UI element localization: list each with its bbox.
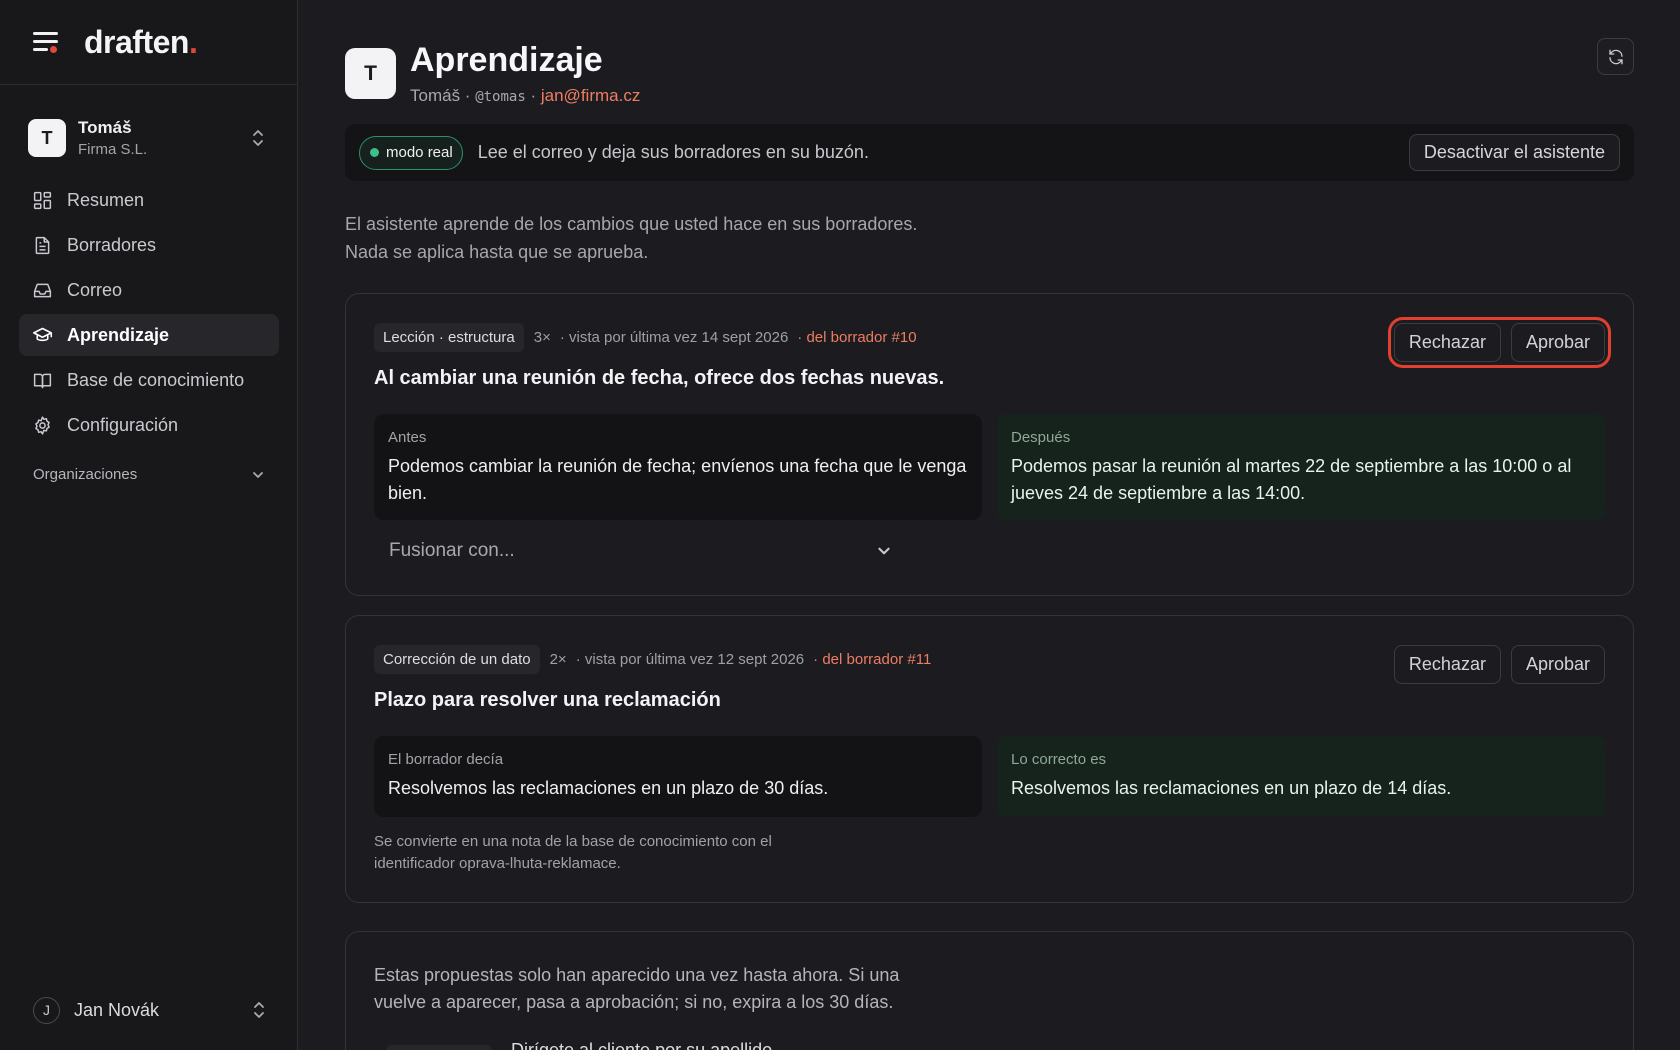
pending-item-tag [386,1045,492,1050]
lesson-meta: Corrección de un dato 2× · vista por últ… [374,645,931,674]
after-label: Después [1011,429,1071,446]
mode-badge: modo real [359,135,463,170]
lesson-last-seen: · vista por última vez 12 sept 2026 [575,651,805,668]
document-icon [35,236,50,254]
draft-link[interactable]: · del borrador #11 [813,651,931,668]
approve-button[interactable]: Aprobar [1510,645,1605,684]
pending-proposals-card: Estas propuestas solo han aparecido una … [345,931,1634,1050]
status-dot-icon [370,148,379,157]
mode-description: Lee el correo y deja sus borradores en s… [477,142,869,162]
merge-select[interactable]: Fusionar con... [374,532,902,570]
organizations-label: Organizaciones [33,466,138,483]
main-nav: Resumen Borradores Correo Aprendizaje Ba… [19,179,279,449]
subtitle-name: Tomáš [410,86,461,105]
main-content: T Aprendizaje Tomáš · @tomas · jan@firma… [345,0,1634,1050]
after-text: Podemos pasar la reunión al martes 22 de… [1011,456,1572,503]
logo[interactable]: draften. [84,24,198,61]
before-text: Resolvemos las reclamaciones en un plazo… [388,778,829,798]
nav-item-borradores[interactable]: Borradores [19,224,279,266]
page-title: Aprendizaje [410,41,603,79]
knowledge-note: Se convierte en una nota de la base de c… [374,833,772,872]
lesson-title: Al cambiar una reunión de fecha, ofrece … [374,367,945,389]
brand: draften. [0,0,297,85]
lesson-last-seen: · vista por última vez 14 sept 2026 [559,329,789,346]
inbox-icon [33,283,52,297]
refresh-icon [1608,49,1623,64]
before-label: El borrador decía [388,751,504,768]
pending-description: Estas propuestas solo han aparecido una … [374,965,900,1012]
nav-item-aprendizaje[interactable]: Aprendizaje [19,314,279,356]
gear-icon [35,415,50,435]
workspace-company: Firma S.L. [78,141,148,158]
chevron-updown-icon [254,1002,264,1018]
before-box: Antes Podemos cambiar la reunión de fech… [374,414,982,520]
before-label: Antes [388,429,427,446]
before-text: Podemos cambiar la reunión de fecha; env… [388,456,967,503]
lesson-actions: Rechazar Aprobar [1393,645,1605,684]
pending-item-title: Dirígete al cliente por su apellido [511,1040,773,1050]
merge-select-placeholder: Fusionar con... [389,540,515,561]
lesson-count: 2× [549,651,567,668]
sidebar: draften. T Tomáš Firma S.L. Resumen Borr… [0,0,298,1050]
subtitle-handle: @tomas [475,89,526,105]
lesson-count: 3× [533,329,551,346]
reject-button[interactable]: Rechazar [1393,645,1501,684]
graduation-cap-icon [32,327,53,341]
workspace-name: Tomáš [78,118,132,137]
chevron-down-icon [878,547,890,555]
after-box: Lo correcto es Resolvemos las reclamacio… [997,736,1605,817]
nav-item-label: Configuración [67,414,179,435]
workspace-avatar: T [28,119,66,157]
workspace-switcher[interactable]: T Tomáš Firma S.L. [20,110,278,166]
subtitle-email-link[interactable]: jan@firma.cz [541,86,640,105]
chevron-down-icon [253,471,263,478]
after-label: Lo correcto es [1011,751,1107,768]
deactivate-assistant-button[interactable]: Desactivar el asistente [1408,134,1620,171]
before-box: El borrador decía Resolvemos las reclama… [374,736,982,817]
lesson-meta: Lección · estructura 3× · vista por últi… [374,323,917,352]
nav-item-configuracion[interactable]: Configuración [19,404,279,446]
page-avatar: T [345,48,396,99]
lesson-type-tag: Corrección de un dato [374,645,540,674]
nav-item-correo[interactable]: Correo [19,269,279,311]
nav-item-label: Resumen [67,189,145,210]
page-subtitle: Tomáš · @tomas · jan@firma.cz [410,86,641,105]
reject-button[interactable]: Rechazar [1393,323,1501,362]
lesson-title: Plazo para resolver una reclamación [374,689,721,711]
lesson-type-tag: Lección · estructura [374,323,524,352]
mode-bar: modo real Lee el correo y deja sus borra… [345,124,1634,181]
lesson-card: Lección · estructura 3× · vista por últi… [345,293,1634,596]
lesson-actions: Rechazar Aprobar [1387,317,1612,368]
user-avatar: J [33,996,60,1024]
nav-item-label: Borradores [67,234,157,255]
chevron-updown-icon [253,130,263,146]
approve-button[interactable]: Aprobar [1510,323,1605,362]
user-name: Jan Novák [74,999,160,1020]
refresh-button[interactable] [1597,38,1634,75]
nav-item-label: Correo [67,279,123,300]
lesson-card: Corrección de un dato 2× · vista por últ… [345,615,1634,903]
menu-icon[interactable] [33,31,59,53]
nav-item-label: Base de conocimiento [67,369,245,390]
user-menu[interactable]: J Jan Novák [33,995,265,1025]
after-text: Resolvemos las reclamaciones en un plazo… [1011,778,1452,798]
draft-link[interactable]: · del borrador #10 [797,329,916,346]
dashboard-icon [33,191,52,209]
page-header: T Aprendizaje Tomáš · @tomas · jan@firma… [345,40,640,106]
nav-item-resumen[interactable]: Resumen [19,179,279,221]
organizations-toggle[interactable]: Organizaciones [33,466,265,483]
intro-text: El asistente aprende de los cambios que … [345,214,918,262]
nav-item-label: Aprendizaje [67,324,170,345]
after-box: Después Podemos pasar la reunión al mart… [997,414,1605,520]
book-icon [33,373,52,388]
nav-item-base-de-conocimiento[interactable]: Base de conocimiento [19,359,279,401]
